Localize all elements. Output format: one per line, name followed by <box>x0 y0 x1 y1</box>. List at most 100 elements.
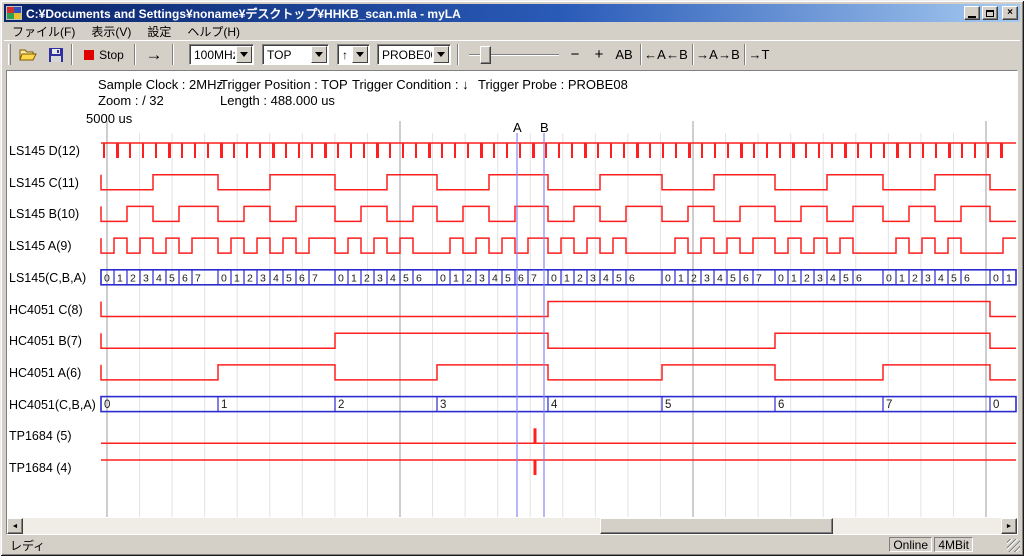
cursor-b-left-button[interactable]: ←B <box>666 44 688 66</box>
svg-text:3: 3 <box>143 272 149 284</box>
chevron-down-icon[interactable] <box>311 46 327 63</box>
svg-text:0: 0 <box>221 272 227 284</box>
app-icon <box>6 6 22 20</box>
svg-text:6: 6 <box>856 272 862 284</box>
svg-text:4: 4 <box>273 272 279 284</box>
toolbar-separator <box>71 44 73 65</box>
maximize-button[interactable] <box>982 6 998 20</box>
waveform-trace <box>101 175 1016 190</box>
minimize-button[interactable] <box>964 6 980 20</box>
resize-grip[interactable] <box>1007 539 1020 552</box>
svg-text:6: 6 <box>416 272 422 284</box>
svg-text:3: 3 <box>440 399 446 411</box>
run-button[interactable]: → <box>140 44 168 66</box>
svg-text:5: 5 <box>843 272 849 284</box>
trigger-probe-value: PROBE00 <box>378 48 432 62</box>
cursor-a-right-button[interactable]: →A <box>696 44 718 66</box>
toolbar-separator <box>640 44 642 65</box>
svg-text:2: 2 <box>577 272 583 284</box>
horizontal-scrollbar[interactable]: ◄ ► <box>7 518 1017 534</box>
zoom-in-button[interactable]: + <box>589 44 609 66</box>
waveform-trace <box>101 428 1016 443</box>
title-bar: C:¥Documents and Settings¥noname¥デスクトップ¥… <box>4 4 1020 22</box>
scroll-right-button[interactable]: ► <box>1001 518 1017 534</box>
chevron-down-icon[interactable] <box>236 46 252 63</box>
cursor-b-right-button[interactable]: →B <box>718 44 740 66</box>
zoom-slider-handle[interactable] <box>480 46 491 64</box>
waveform-trace: 0123456701234567012345601234567012345601… <box>101 270 1016 285</box>
menu-item-help[interactable]: ヘルプ(H) <box>179 22 248 41</box>
toolbar-separator <box>457 44 459 65</box>
svg-text:7: 7 <box>756 272 762 284</box>
open-file-button[interactable] <box>16 44 40 66</box>
svg-text:1: 1 <box>791 272 797 284</box>
menu-item-view[interactable]: 表示(V) <box>83 22 139 41</box>
svg-text:6: 6 <box>629 272 635 284</box>
svg-text:7: 7 <box>195 272 201 284</box>
waveform-trace <box>101 333 1016 348</box>
svg-text:0: 0 <box>104 272 110 284</box>
svg-text:3: 3 <box>377 272 383 284</box>
chevron-down-icon[interactable] <box>433 46 449 63</box>
svg-text:7: 7 <box>531 272 537 284</box>
svg-text:5: 5 <box>505 272 511 284</box>
svg-text:4: 4 <box>938 272 944 284</box>
waveform-trace <box>101 206 1016 221</box>
waveform-trace <box>101 302 1016 317</box>
menu-item-settings[interactable]: 設定 <box>139 22 179 41</box>
chevron-down-icon[interactable] <box>352 46 368 63</box>
trigger-edge-select[interactable]: ↑ <box>337 44 370 65</box>
goto-trigger-button[interactable]: →T <box>748 44 770 66</box>
save-button[interactable] <box>44 44 68 66</box>
svg-text:1: 1 <box>117 272 123 284</box>
menu-bar: ファイル(F) 表示(V) 設定 ヘルプ(H) <box>4 23 1020 39</box>
scroll-left-button[interactable]: ◄ <box>7 518 23 534</box>
close-button[interactable]: × <box>1002 6 1018 20</box>
svg-text:4: 4 <box>156 272 162 284</box>
sample-clock-select[interactable]: 100MHz <box>189 44 254 65</box>
svg-text:7: 7 <box>886 399 892 411</box>
main-panel: Sample Clock : 2MHz Trigger Position : T… <box>6 70 1018 535</box>
stop-button[interactable]: Stop <box>78 44 130 66</box>
menu-item-file[interactable]: ファイル(F) <box>4 22 83 41</box>
svg-text:3: 3 <box>704 272 710 284</box>
svg-text:0: 0 <box>440 272 446 284</box>
trigger-position-value: TOP <box>263 48 310 62</box>
svg-text:3: 3 <box>260 272 266 284</box>
svg-text:2: 2 <box>338 399 344 411</box>
svg-text:6: 6 <box>182 272 188 284</box>
maximize-icon <box>986 10 994 17</box>
toolbar: Stop → 100MHz TOP ↑ PROBE00 − + AB ←A ←B <box>4 40 1020 68</box>
ab-cursor-button[interactable]: AB <box>611 44 637 66</box>
svg-text:5: 5 <box>616 272 622 284</box>
trigger-edge-value: ↑ <box>338 48 351 62</box>
svg-text:5: 5 <box>403 272 409 284</box>
waveform-trace <box>101 460 1016 475</box>
svg-text:0: 0 <box>778 272 784 284</box>
zoom-out-button[interactable]: − <box>565 44 585 66</box>
svg-text:1: 1 <box>1006 272 1012 284</box>
svg-text:0: 0 <box>338 272 344 284</box>
waveform-panel: Sample Clock : 2MHz Trigger Position : T… <box>7 71 1017 518</box>
app-window: C:¥Documents and Settings¥noname¥デスクトップ¥… <box>0 0 1024 556</box>
status-text: レディ <box>10 537 45 554</box>
status-online: Online <box>889 537 932 552</box>
svg-text:1: 1 <box>221 399 227 411</box>
svg-text:2: 2 <box>364 272 370 284</box>
svg-text:2: 2 <box>130 272 136 284</box>
waveform-trace: 012345670 <box>101 397 1016 412</box>
scroll-thumb[interactable] <box>600 518 833 534</box>
svg-text:6: 6 <box>518 272 524 284</box>
trigger-probe-select[interactable]: PROBE00 <box>377 44 451 65</box>
svg-text:3: 3 <box>479 272 485 284</box>
grid-lines <box>107 121 986 517</box>
svg-text:5: 5 <box>951 272 957 284</box>
cursor-a-left-button[interactable]: ←A <box>644 44 666 66</box>
trigger-position-select[interactable]: TOP <box>262 44 329 65</box>
svg-text:1: 1 <box>678 272 684 284</box>
svg-text:3: 3 <box>817 272 823 284</box>
waveform-area[interactable]: 0123456701234567012345601234567012345601… <box>7 71 1017 518</box>
svg-text:1: 1 <box>234 272 240 284</box>
svg-text:4: 4 <box>603 272 609 284</box>
svg-text:5: 5 <box>286 272 292 284</box>
